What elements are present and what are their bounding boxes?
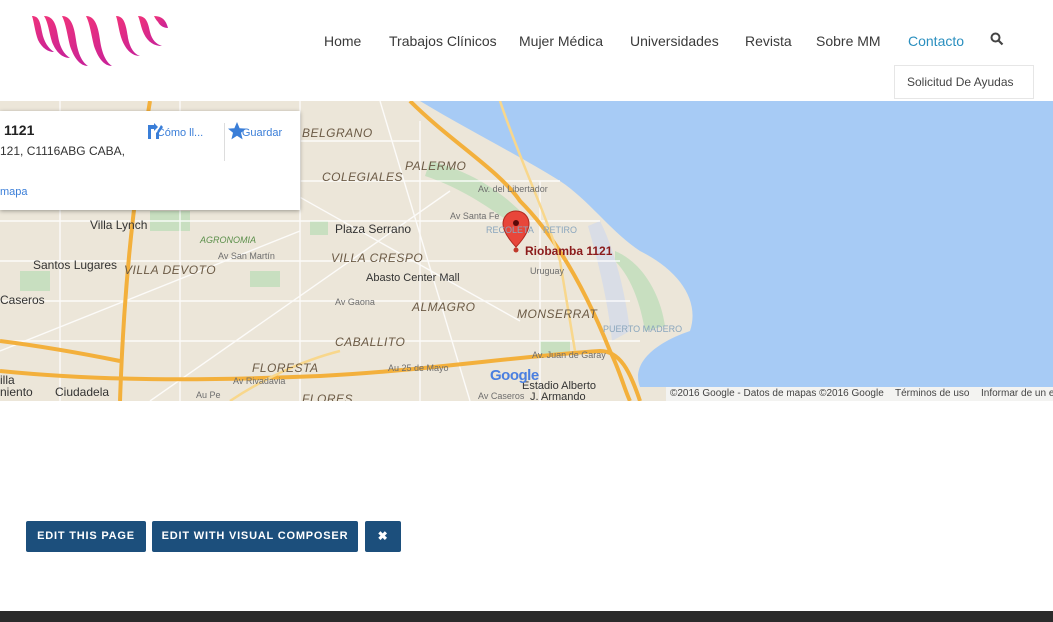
map-label-estadio-2: J. Armando	[530, 391, 586, 401]
info-card-map-link[interactable]: mapa	[0, 186, 28, 198]
map-label-av-gaona: Av Gaona	[335, 297, 375, 307]
map-label-villa-crespo: VILLA CRESPO	[331, 251, 424, 265]
map-marker-label[interactable]: Riobamba 1121	[525, 244, 612, 258]
map-label-plaza-serrano: Plaza Serrano	[335, 222, 412, 236]
map-label-villa-devoto: VILLA DEVOTO	[124, 263, 217, 277]
main-nav: Home Trabajos Clínicos Mujer Médica Univ…	[0, 33, 1053, 53]
google-logo: Google	[490, 367, 539, 384]
nav-universidades[interactable]: Universidades	[630, 33, 719, 49]
map-attribution: ©2016 Google - Datos de mapas ©2016 Goog…	[670, 388, 884, 399]
map-label-caballito: CABALLITO	[335, 335, 406, 349]
nav-revista[interactable]: Revista	[745, 33, 792, 49]
site-header: Home Trabajos Clínicos Mujer Médica Univ…	[0, 0, 1053, 101]
close-icon[interactable]: ✖	[365, 521, 401, 552]
map-info-card: 1121 121, C1116ABG CABA, mapa Cómo ll...…	[0, 111, 300, 210]
map-label-recoleta: RECOLETA	[486, 225, 534, 235]
map-label-av-libertador: Av. del Libertador	[478, 184, 548, 194]
site-footer-bar	[0, 611, 1053, 622]
map-label-ciudadela: Ciudadela	[55, 385, 110, 399]
map-label-av-juan-de-garay: Av. Juan de Garay	[532, 350, 606, 360]
map-label-av-san-martin: Av San Martín	[218, 251, 275, 261]
map-label-belgrano: BELGRANO	[302, 126, 373, 140]
map-label-palermo: PALERMO	[405, 159, 467, 173]
map-label-au-25-de-mayo: Au 25 de Mayo	[388, 363, 449, 373]
google-map[interactable]: BELGRANO PALERMO COLEGIALES Villa Lynch …	[0, 101, 1053, 401]
map-label-abasto: Abasto Center Mall	[366, 272, 460, 284]
map-label-flores: FLORES	[302, 392, 354, 401]
nav-home[interactable]: Home	[324, 33, 361, 49]
map-label-floresta: FLORESTA	[252, 361, 319, 375]
edit-with-visual-composer-button[interactable]: EDIT WITH VISUAL COMPOSER	[152, 521, 358, 552]
nav-mujer-medica[interactable]: Mujer Médica	[519, 33, 603, 49]
info-card-divider	[224, 123, 225, 161]
map-label-puerto-madero: PUERTO MADERO	[603, 324, 683, 334]
map-label-av-santa-fe: Av Santa Fe	[450, 211, 500, 221]
map-label-colegiales: COLEGIALES	[322, 170, 404, 184]
edit-this-page-button[interactable]: EDIT THIS PAGE	[26, 521, 146, 552]
map-label-niento: niento	[0, 385, 33, 399]
map-label-monserrat: MONSERRAT	[517, 307, 598, 321]
directions-button[interactable]: Cómo ll...	[145, 121, 215, 139]
map-label-au-pe: Au Pe	[196, 390, 221, 400]
info-card-address: 121, C1116ABG CABA,	[0, 144, 125, 158]
map-label-almagro: ALMAGRO	[412, 300, 476, 314]
save-place-button[interactable]: Guardar	[227, 121, 297, 140]
map-label-agronomia: AGRONOMIA	[200, 235, 257, 245]
map-attribution-bar: ©2016 Google - Datos de mapas ©2016 Goog…	[666, 387, 1053, 401]
map-report-link[interactable]: Informar de un e	[981, 388, 1053, 399]
map-label-retiro: RETIRO	[543, 225, 578, 235]
map-label-caseros: Caseros	[0, 293, 45, 307]
search-icon[interactable]	[990, 32, 1004, 46]
map-label-villa-lynch: Villa Lynch	[90, 218, 148, 232]
nav-sobre-mm[interactable]: Sobre MM	[816, 33, 881, 49]
map-label-av-caseros: Av Caseros	[478, 391, 525, 401]
submenu-solicitud-de-ayudas[interactable]: Solicitud De Ayudas	[894, 65, 1034, 99]
nav-contacto[interactable]: Contacto	[908, 33, 964, 49]
map-label-santos-lugares: Santos Lugares	[33, 258, 118, 272]
nav-trabajos-clinicos[interactable]: Trabajos Clínicos	[389, 33, 497, 49]
map-label-uruguay: Uruguay	[530, 266, 565, 276]
map-label-av-rivadavia: Av Rivadavia	[233, 376, 286, 386]
map-terms-link[interactable]: Términos de uso	[895, 388, 969, 399]
info-card-title: 1121	[4, 122, 35, 138]
